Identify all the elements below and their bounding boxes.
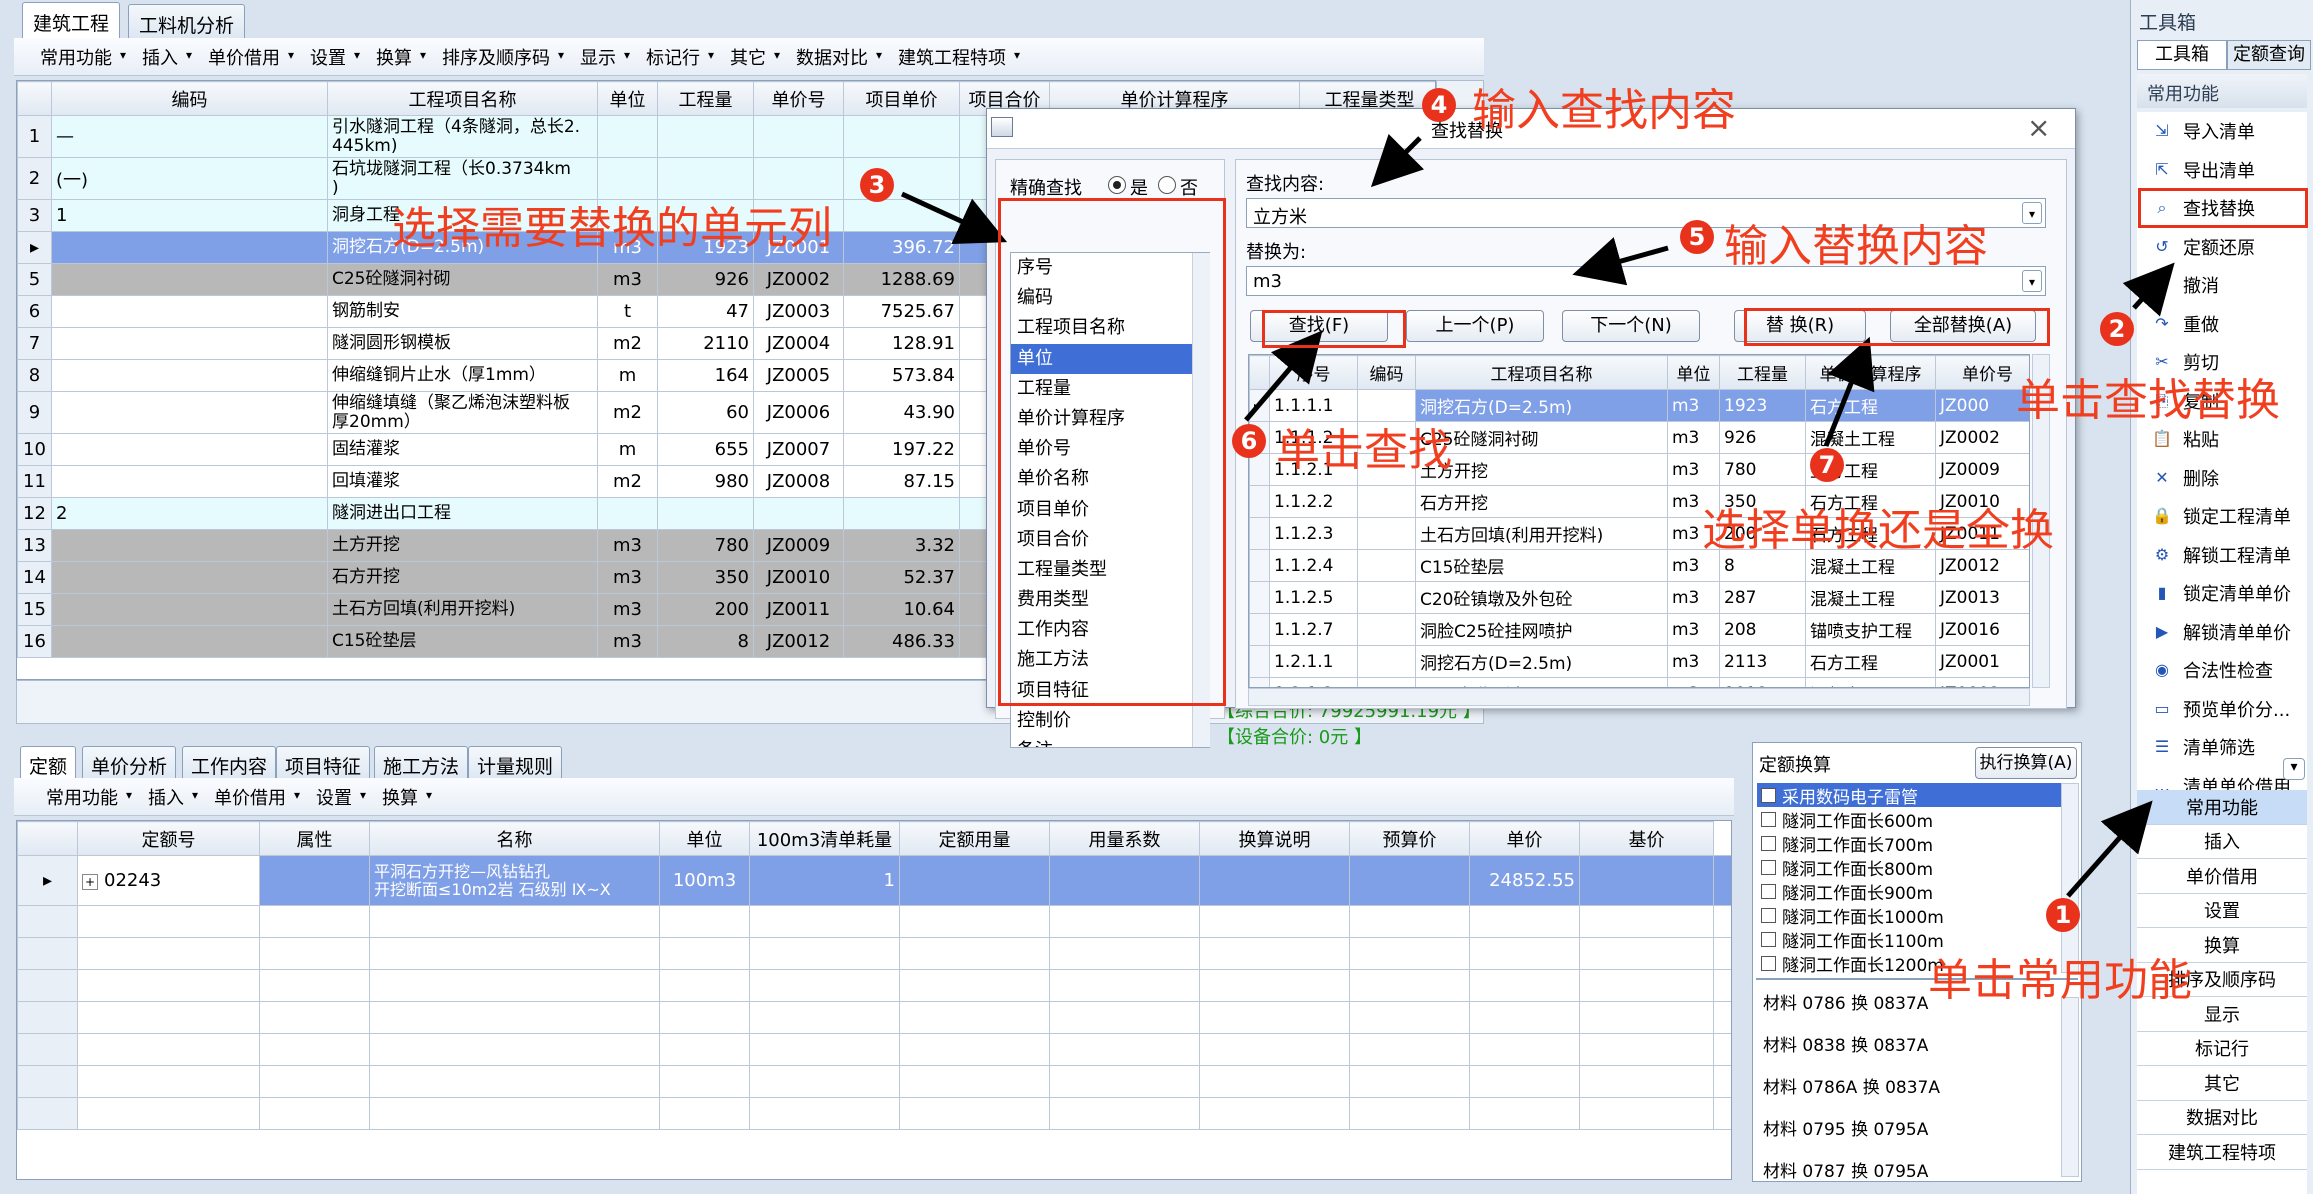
arrow-1 [2066,800,2153,898]
arrow-5 [1572,237,1669,286]
step-badge-6: 6 [1232,424,1266,458]
step-badge-2: 2 [2100,312,2134,346]
step-text-5: 输入替换内容 [1724,221,1988,272]
step-text-1: 单击常用功能 [1928,955,2192,1006]
highlight-find-replace [2138,188,2308,228]
step-badge-4: 4 [1422,88,1456,122]
arrow-3 [900,191,1008,245]
step-badge-7: 7 [1810,448,1844,482]
arrow-2 [2122,262,2175,317]
arrow-6 [1244,330,1323,422]
step-text-6: 单击查找 [1276,425,1452,476]
arrow-7 [1823,336,1875,447]
step-text-3: 选择需要替换的单元列 [392,203,832,254]
highlight-replace-buttons [1744,308,2050,346]
step-text-7: 选择单换还是全换 [1702,505,2054,556]
arrow-4 [1370,134,1424,188]
step-text-2: 单击查找替换 [2016,375,2280,426]
highlight-field-list [998,198,1226,706]
step-badge-1: 1 [2046,898,2080,932]
step-badge-5: 5 [1680,220,1714,254]
step-text-4: 输入查找内容 [1472,85,1736,136]
step-badge-3: 3 [860,168,894,202]
highlight-find-button [1262,310,1406,348]
